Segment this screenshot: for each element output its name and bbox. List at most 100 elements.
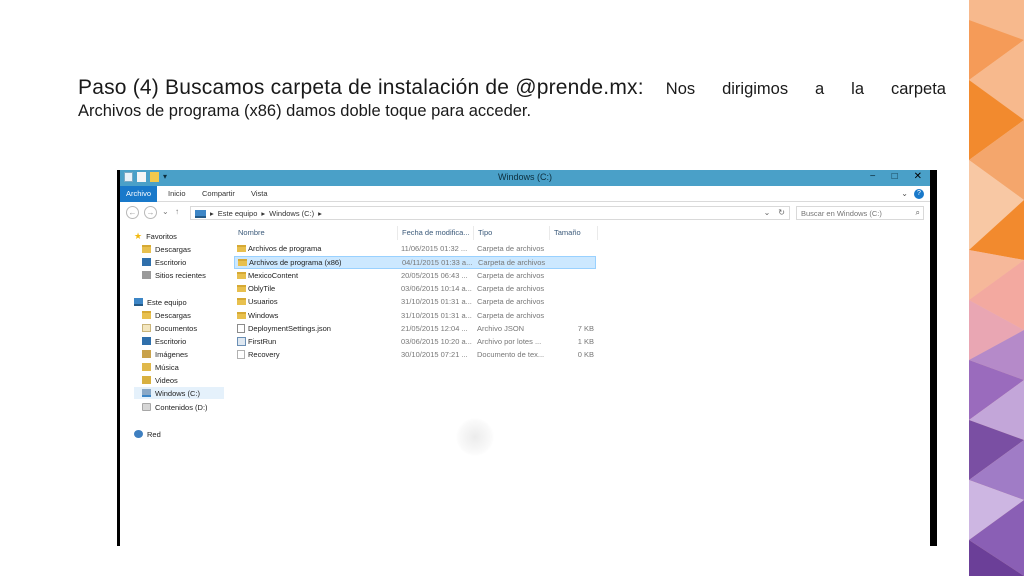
file-row[interactable]: Windows 31/10/2015 01:31 a... Carpeta de a… xyxy=(234,310,596,323)
file-date: 03/06/2015 10:14 a... xyxy=(401,283,472,293)
file-type: Carpeta de archivos xyxy=(477,270,545,280)
address-bar[interactable]: ▸ Este equipo ▸ Windows (C:) ▸ ⌄ ↻ xyxy=(190,206,790,220)
title-bar: ▾ Windows (C:) − □ ✕ xyxy=(120,170,930,186)
nav-pc-descargas[interactable]: Descargas xyxy=(142,309,191,321)
file-row[interactable]: FirstRun 03/06/2015 10:20 a... Archivo por… xyxy=(234,336,596,349)
up-button[interactable]: ↑ xyxy=(175,207,179,216)
body-word: a xyxy=(815,80,825,98)
file-type: Carpeta de archivos xyxy=(478,258,546,268)
recent-locations-icon[interactable]: ⌄ xyxy=(162,207,169,216)
desktop-icon xyxy=(142,258,151,266)
videos-icon xyxy=(142,376,151,384)
breadcrumb-separator[interactable]: ▸ xyxy=(318,209,322,218)
expand-ribbon-icon[interactable]: ⌄ xyxy=(901,189,908,199)
file-name: DeploymentSettings.json xyxy=(248,323,331,333)
file-date: 04/11/2015 01:33 a... xyxy=(402,258,473,268)
folder-icon xyxy=(237,271,246,279)
nav-pc-videos[interactable]: Videos xyxy=(142,374,178,386)
breadcrumb-windows-c[interactable]: Windows (C:) xyxy=(269,209,314,218)
address-row: ← → ⌄ ↑ ▸ Este equipo ▸ Windows (C:) ▸ ⌄… xyxy=(120,203,930,223)
file-name: Windows xyxy=(248,310,279,320)
forward-button[interactable]: → xyxy=(144,206,157,219)
file-name: Usuarios xyxy=(248,297,278,307)
folder-icon xyxy=(237,311,246,319)
tab-compartir[interactable]: Compartir xyxy=(196,186,241,202)
this-pc-icon xyxy=(134,298,143,306)
nav-este-equipo[interactable]: Este equipo xyxy=(134,296,187,308)
file-row[interactable]: Archivos de programa (x86) 04/11/2015 01:… xyxy=(234,256,596,270)
step-heading: Paso (4) Buscamos carpeta de instalación… xyxy=(78,76,644,99)
file-row[interactable]: Recovery 30/10/2015 07:21 ... Documento de… xyxy=(234,349,596,362)
file-type: Carpeta de archivos xyxy=(477,244,545,253)
nav-label: Sitios recientes xyxy=(155,270,206,280)
column-header-fecha[interactable]: Fecha de modifica... xyxy=(398,226,474,240)
refresh-icon[interactable]: ↻ xyxy=(778,208,785,217)
tab-inicio[interactable]: Inicio xyxy=(162,186,192,202)
pictures-icon xyxy=(142,350,151,358)
nav-label: Música xyxy=(155,362,179,372)
file-row[interactable]: MexicoContent 20/05/2015 06:43 ... Carpeta… xyxy=(234,270,596,283)
file-size: 7 KB xyxy=(577,323,594,333)
file-type: Documento de tex... xyxy=(477,350,545,360)
nav-pc-imagenes[interactable]: Imágenes xyxy=(142,348,188,360)
maximize-button[interactable]: □ xyxy=(892,171,898,182)
file-date: 30/10/2015 07:21 ... xyxy=(401,350,468,360)
nav-fav-sitios-recientes[interactable]: Sitios recientes xyxy=(142,269,206,281)
column-header-tamano[interactable]: Tamaño xyxy=(550,226,598,240)
star-icon: ★ xyxy=(134,230,143,241)
text-file-icon xyxy=(237,350,245,360)
column-header-tipo[interactable]: Tipo xyxy=(474,226,550,240)
documents-icon xyxy=(142,324,151,332)
nav-fav-escritorio[interactable]: Escritorio xyxy=(142,256,186,268)
nav-pc-musica[interactable]: Música xyxy=(142,361,179,373)
search-icon[interactable]: ⌕ xyxy=(916,208,920,218)
nav-fav-descargas[interactable]: Descargas xyxy=(142,243,191,255)
downloads-folder-icon xyxy=(142,311,151,319)
touch-indicator xyxy=(456,418,494,456)
breadcrumb-este-equipo[interactable]: Este equipo xyxy=(218,209,258,218)
nav-red[interactable]: Red xyxy=(134,428,161,440)
batch-file-icon xyxy=(237,337,246,347)
body-text-line1: Nos dirigimos a la carpeta xyxy=(644,80,946,99)
file-icon xyxy=(237,323,245,333)
file-date: 21/05/2015 12:04 ... xyxy=(401,323,468,333)
nav-label: Imágenes xyxy=(155,349,188,359)
minimize-button[interactable]: − xyxy=(870,171,876,182)
file-row[interactable]: DeploymentSettings.json 21/05/2015 12:04 … xyxy=(234,323,596,336)
file-date: 03/06/2015 10:20 a... xyxy=(401,337,472,347)
dvd-drive-icon xyxy=(142,403,151,411)
column-header-nombre[interactable]: Nombre xyxy=(234,226,398,240)
desktop-icon xyxy=(142,337,151,345)
file-name: OblyTile xyxy=(248,283,276,293)
recent-places-icon xyxy=(142,271,151,279)
address-dropdown-icon[interactable]: ⌄ xyxy=(764,208,771,217)
this-pc-icon xyxy=(195,209,206,218)
tab-archivo[interactable]: Archivo xyxy=(120,186,158,202)
body-text-line2: Archivos de programa (x86) damos doble t… xyxy=(78,102,532,120)
file-row[interactable]: OblyTile 03/06/2015 10:14 a... Carpeta de … xyxy=(234,283,596,296)
nav-pc-escritorio[interactable]: Escritorio xyxy=(142,335,186,347)
file-row[interactable]: Usuarios 31/10/2015 01:31 a... Carpeta de … xyxy=(234,296,596,309)
search-input[interactable] xyxy=(801,208,911,218)
folder-icon xyxy=(237,284,246,292)
close-button[interactable]: ✕ xyxy=(914,171,922,182)
file-name: MexicoContent xyxy=(248,270,299,280)
back-button[interactable]: ← xyxy=(126,206,139,219)
nav-label: Escritorio xyxy=(155,257,187,267)
nav-pc-documentos[interactable]: Documentos xyxy=(142,322,197,334)
file-row[interactable]: Archivos de programa 11/06/2015 01:32 ...… xyxy=(234,243,596,256)
nav-label: Windows (C:) xyxy=(155,388,201,398)
nav-label: Videos xyxy=(155,375,178,385)
file-date: 20/05/2015 06:43 ... xyxy=(401,270,468,280)
help-icon[interactable]: ? xyxy=(914,189,924,199)
nav-pc-contenidos-d[interactable]: Contenidos (D:) xyxy=(142,401,208,413)
breadcrumb-separator[interactable]: ▸ xyxy=(261,209,265,218)
nav-pc-windows-c[interactable]: Windows (C:) xyxy=(134,387,224,399)
breadcrumb-separator[interactable]: ▸ xyxy=(210,209,214,218)
network-icon xyxy=(134,430,143,438)
file-date: 31/10/2015 01:31 a... xyxy=(401,310,472,320)
file-name: Archivos de programa xyxy=(248,244,322,253)
tab-vista[interactable]: Vista xyxy=(245,186,274,202)
window-title: Windows (C:) xyxy=(497,172,552,182)
nav-favorites[interactable]: ★ Favoritos xyxy=(134,230,177,242)
